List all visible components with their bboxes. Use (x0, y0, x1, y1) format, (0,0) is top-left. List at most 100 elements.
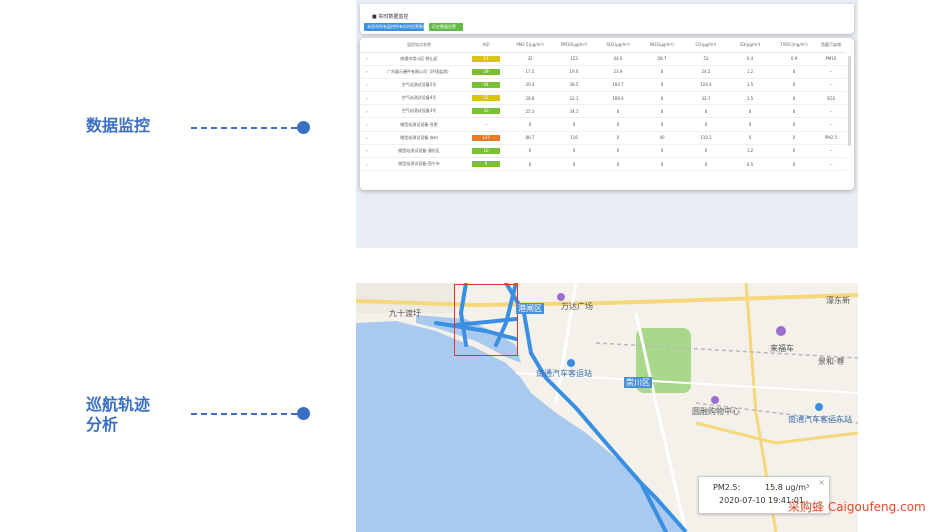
cell-name: 微型站测试设备-苏州 (374, 131, 464, 145)
cell-o3: 0 (728, 104, 772, 119)
poi-marker (557, 293, 565, 301)
cell-aqi: 10 (464, 144, 508, 159)
cell-co: 124.4 (684, 78, 728, 93)
table-row[interactable]: › 空气站测试设备4号 52 28.8 32.1 109.4 0 32.7 1.5 0 SO2 (360, 91, 846, 106)
feature-data-monitoring: 数据监控 (86, 116, 150, 136)
main-road (695, 421, 858, 445)
watermark-text: 采购蜂 Caigoufeng.com (788, 500, 926, 514)
cell-aqi: 9 (464, 157, 508, 172)
map-label: 圆融购物中心 (692, 407, 740, 416)
cell-name: 空气站测试设备4号 (374, 91, 464, 106)
row-index: › (360, 52, 374, 66)
cell-co: 0 (684, 144, 728, 159)
page: 数据监控 巡航轨迹 分析 ■ 实时数据监控 本班车所有监控所有实时告警数据 历史… (0, 0, 945, 532)
col-header[interactable]: PM10(μg/m³) (552, 38, 596, 53)
district-tag: 崇川区 (624, 377, 652, 388)
aqi-badge: 137 (472, 134, 500, 141)
table-row[interactable]: › 空气站测试设备5号 44 30.4 38.5 104.7 0 124.4 1.5 0 -- (360, 78, 846, 93)
aqi-badge: 44 (472, 81, 500, 88)
table-row[interactable]: › 微型站测试设备-合肥 -- 0 0 0 0 0 0 0 -- (360, 117, 846, 132)
row-index: › (360, 131, 374, 145)
cell-no2: 0 (640, 91, 684, 106)
aqi-badge: 67 (472, 55, 500, 62)
map-label: 南通汽车客运东站 (788, 415, 852, 424)
cell-tvoc: 0 (772, 131, 816, 145)
map-screenshot[interactable]: 九十渡圩 万达广场 南通汽车客运站 崇川区 港闸区 圆融购物中心 南通汽车客运东… (356, 283, 858, 532)
table-row[interactable]: › 空气站测试设备3号 43 25.3 34.1 0 0 0 0 0 -- (360, 104, 846, 119)
cell-name: 广东展示硬件有限公司（环境监测） (374, 65, 464, 79)
cell-no2: 0 (640, 157, 684, 172)
cell-pm25: 6 (508, 157, 552, 172)
cell-aqi: 29 (464, 65, 508, 79)
cell-pm10: 19.0 (552, 65, 596, 79)
cell-name: 空气站测试设备3号 (374, 104, 464, 119)
cell-primary: PM10 (816, 52, 846, 66)
cell-aqi: 44 (464, 78, 508, 93)
cell-co: 0 (684, 104, 728, 119)
cell-co: 24.2 (684, 65, 728, 79)
cell-no2: 0 (640, 117, 684, 132)
cell-so2: 23.9 (596, 65, 640, 79)
col-header[interactable]: AQI (464, 38, 508, 53)
col-header[interactable]: 监控站点名称 (374, 38, 464, 53)
row-index: › (360, 117, 374, 132)
bus-station-marker (815, 403, 823, 411)
col-header[interactable]: PM2.5(μg/m³) (508, 38, 552, 53)
map-label: 濠东新 (826, 296, 850, 305)
aqi-badge: 9 (472, 161, 500, 168)
history-alarm-button[interactable]: 历史数据告警 (429, 23, 463, 31)
connector-dot (297, 121, 310, 134)
cell-tvoc: 0 (772, 78, 816, 93)
row-index: › (360, 104, 374, 119)
cell-tvoc: 0 (772, 144, 816, 159)
cell-so2: 0 (596, 131, 640, 145)
cell-pm25: 28.8 (508, 91, 552, 106)
monitoring-screenshot: ■ 实时数据监控 本班车所有监控所有实时告警数据 历史数据告警 监控站点名称 A… (356, 0, 858, 248)
feature-label: 巡航轨迹 (86, 395, 151, 414)
row-index: › (360, 65, 374, 79)
monitor-table: 监控站点名称 AQI PM2.5(μg/m³) PM10(μg/m³) SO2(… (360, 38, 846, 172)
map-label: 来福车 (770, 344, 794, 353)
cell-co: 32.7 (684, 91, 728, 106)
map-label: 九十渡圩 (389, 309, 421, 318)
table-row[interactable]: › 广东展示硬件有限公司（环境监测） 29 17.5 19.0 23.9 0 24.2 1.2 0… (360, 65, 846, 79)
cell-co: 52 (684, 52, 728, 66)
connector-line (191, 127, 297, 129)
cell-so2: 0 (596, 144, 640, 159)
poi-marker (776, 326, 786, 336)
table-row[interactable]: › 微型站测试设备-浦东区 10 6 0 0 0 0 1.2 0 -- (360, 144, 846, 159)
cell-pm10: 32.1 (552, 91, 596, 106)
cell-pm10: 0 (552, 157, 596, 172)
cell-so2: 44.6 (596, 52, 640, 66)
cell-o3: 1.5 (728, 78, 772, 93)
cell-pm10: 123 (552, 52, 596, 66)
close-icon[interactable]: × (818, 478, 825, 487)
cell-primary: -- (816, 65, 846, 79)
cell-tvoc: 0 (772, 91, 816, 106)
cell-so2: 0 (596, 104, 640, 119)
map-label: 万达广场 (561, 302, 593, 311)
cell-pm10: 116 (552, 131, 596, 145)
realtime-alarm-button[interactable]: 本班车所有监控所有实时告警数据 (364, 23, 427, 31)
cell-tvoc: 0 (772, 65, 816, 79)
col-header[interactable]: CO(μg/m³) (684, 38, 728, 53)
col-header[interactable]: SO2(μg/m³) (596, 38, 640, 53)
col-header[interactable]: 首要污染物 (816, 38, 846, 53)
table-row[interactable]: › 南通市崇川区-狼山区 67 32 123 44.6 58.7 52 0.4 0.9 PM10 (360, 52, 846, 66)
cell-pm25: 30.4 (508, 78, 552, 93)
col-header[interactable]: O3(μg/m³) (728, 38, 772, 53)
aqi-badge: 52 (472, 95, 500, 102)
cell-so2: 0 (596, 117, 640, 132)
cell-tvoc: 0 (772, 157, 816, 172)
table-row[interactable]: › 微型站测试设备-西宁市 9 6 0 0 0 0 0.5 0 -- (360, 157, 846, 172)
tooltip-pollutant: PM2.5: (713, 483, 741, 492)
cell-name: 微型站测试设备-合肥 (374, 117, 464, 132)
cell-name: 微型站测试设备-浦东区 (374, 144, 464, 159)
col-header[interactable]: TVOC(mg/m³) (772, 38, 816, 53)
district-tag: 港闸区 (516, 303, 544, 314)
col-header[interactable]: NO2(μg/m³) (640, 38, 684, 53)
table-scrollbar[interactable] (848, 56, 851, 146)
cell-o3: 0.5 (728, 157, 772, 172)
table-row[interactable]: › 微型站测试设备-苏州 137 86.7 116 0 40 110.5 0 0 PM2.5 (360, 131, 846, 145)
cell-aqi: -- (464, 117, 508, 132)
